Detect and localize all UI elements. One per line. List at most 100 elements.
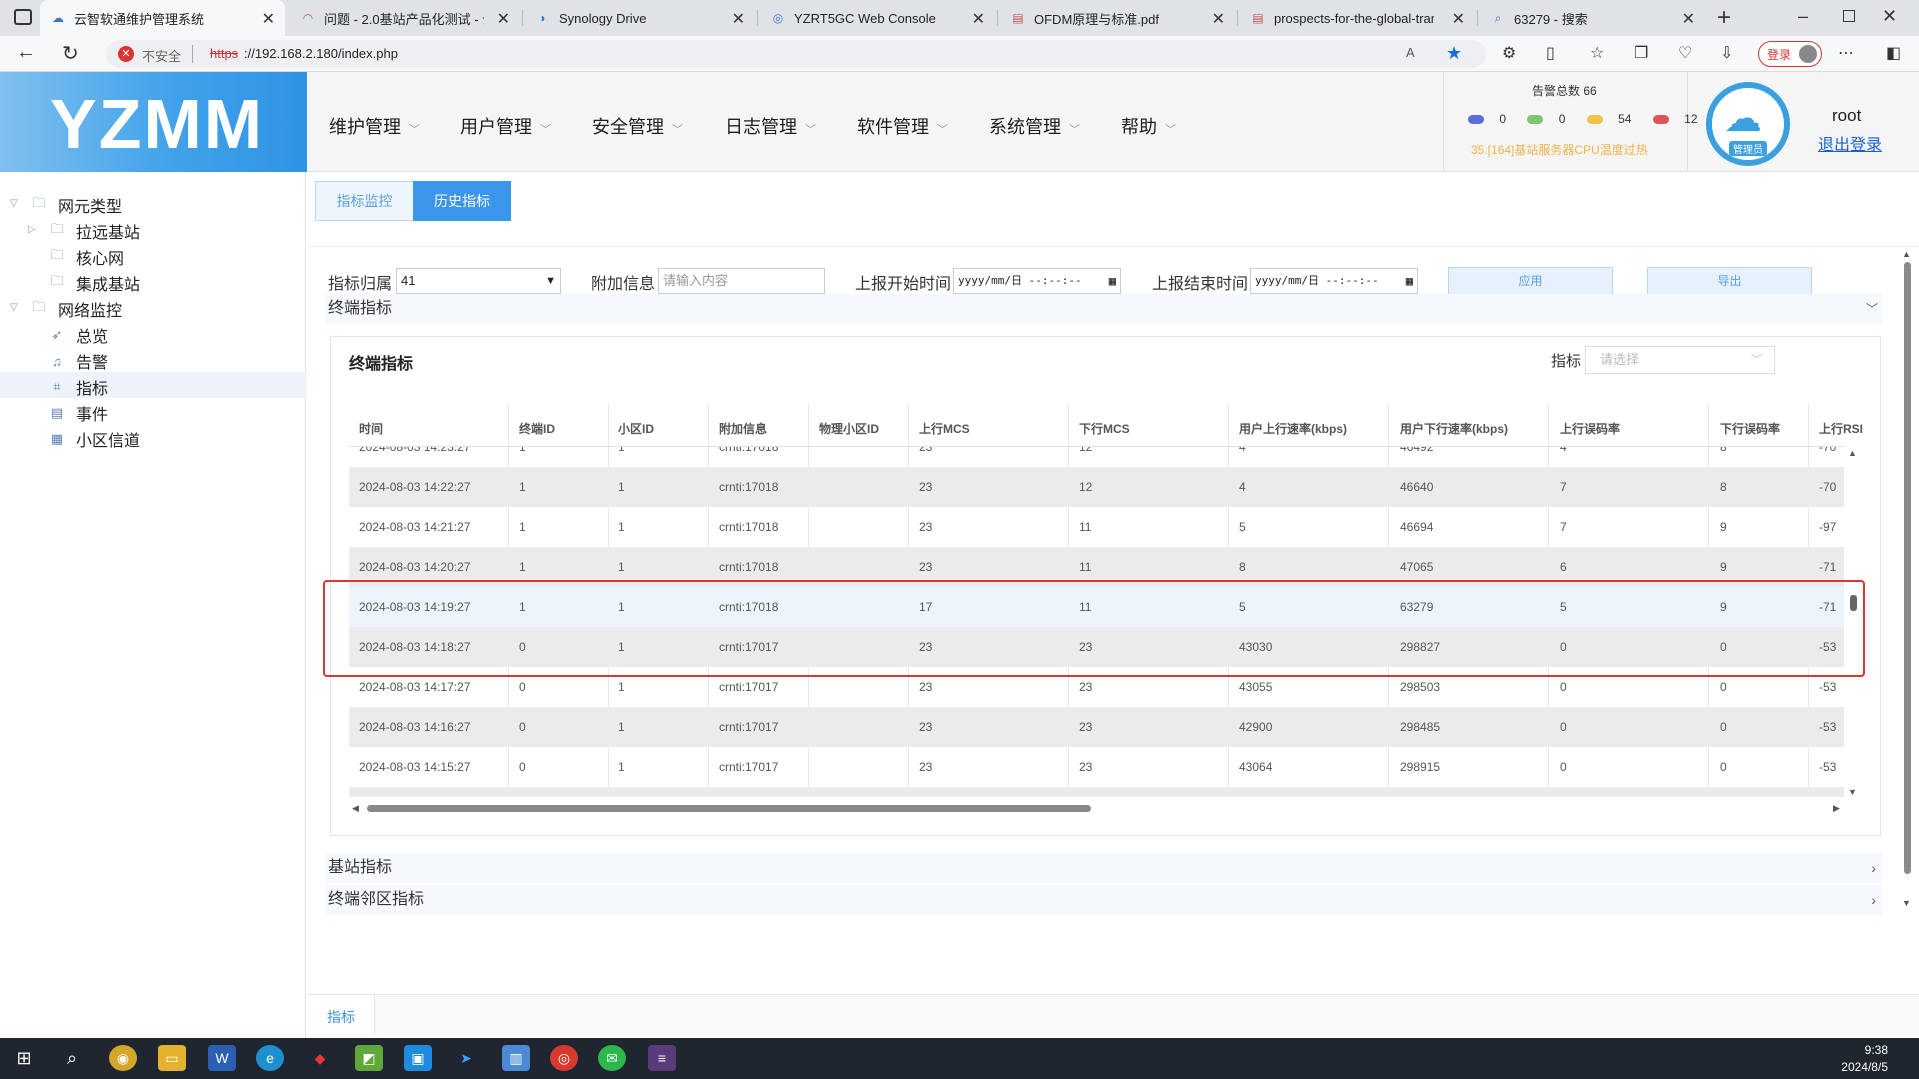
word-icon[interactable]: W — [208, 1045, 236, 1071]
th-col-time[interactable]: 时间 — [359, 420, 383, 437]
terminal-metrics-header[interactable]: 终端指标 ﹀ — [325, 294, 1882, 324]
downloads-icon[interactable]: ⇩ — [1720, 43, 1733, 63]
app-icon-green[interactable]: ◩ — [355, 1045, 383, 1071]
close-icon[interactable]: ✕ — [1682, 9, 1695, 29]
browser-tab-5[interactable]: ▤ OFDM原理与标准.pdf ✕ — [1000, 0, 1235, 36]
table-vscroll-down-icon[interactable]: ▼ — [1848, 787, 1857, 797]
refresh-icon[interactable]: ↻ — [62, 41, 79, 66]
app-icon-bird[interactable]: ➤ — [452, 1045, 480, 1071]
menu-system[interactable]: 系统管理 ﹀ — [989, 113, 1080, 139]
table-row[interactable]: 2024-08-03 14:15:27 0 1 crnti:17017 23 23 4306… — [349, 747, 1844, 787]
wechat-icon[interactable]: ✉ — [598, 1045, 626, 1071]
browser-tab-4[interactable]: ◎ YZRT5GC Web Console ✕ — [760, 0, 995, 36]
browser-tab-6[interactable]: ▤ prospects-for-the-global-transfo ✕ — [1240, 0, 1475, 36]
star-icon[interactable]: ★ — [1446, 43, 1462, 64]
th-col-ul-rsi[interactable]: 上行RSI — [1819, 420, 1863, 437]
th-col-extra[interactable]: 附加信息 — [719, 420, 767, 437]
menu-help[interactable]: 帮助 ﹀ — [1121, 113, 1176, 139]
edge-icon[interactable]: e — [256, 1045, 284, 1071]
close-icon[interactable]: ✕ — [262, 9, 275, 29]
login-button[interactable]: 登录 — [1758, 41, 1822, 67]
app-icon-yellow[interactable]: ◉ — [109, 1045, 137, 1071]
close-icon[interactable]: ✕ — [497, 9, 510, 29]
page-scroll-thumb[interactable] — [1904, 262, 1911, 874]
browser-tab-3[interactable]: ◗ Synology Drive ✕ — [525, 0, 755, 36]
table-row[interactable]: 2024-08-03 14:22:27 1 1 crnti:17018 23 12 4 466… — [349, 467, 1844, 507]
th-col-dl-mcs[interactable]: 下行MCS — [1079, 420, 1130, 437]
menu-maintenance[interactable]: 维护管理 ﹀ — [329, 113, 420, 139]
tree-item-core[interactable]: 🗀 核心网 — [48, 245, 124, 269]
tree-item-alarm[interactable]: ♫ 告警 — [48, 349, 108, 373]
belong-select[interactable]: 41 ▼ — [396, 268, 561, 294]
th-col-ul-mcs[interactable]: 上行MCS — [919, 420, 970, 437]
close-icon[interactable]: ✕ — [732, 9, 745, 29]
table-hscroll-right-icon[interactable]: ▶ — [1833, 803, 1840, 814]
favorites-icon[interactable]: ☆ — [1590, 43, 1604, 63]
end-time-input[interactable]: yyyy/mm/日 --:--:-- ▦ — [1250, 268, 1418, 294]
tree-item-overview[interactable]: ➶ 总览 — [48, 323, 108, 347]
table-hscroll-thumb[interactable] — [367, 805, 1091, 812]
alarm-summary[interactable]: 告警总数 66 0 0 54 12 35.[164]基站服务器CPU温度过热 — [1443, 72, 1698, 172]
start-time-input[interactable]: yyyy/mm/日 --:--:-- ▦ — [953, 268, 1121, 294]
file-explorer-icon[interactable]: ▭ — [158, 1045, 186, 1071]
browser-tab-7[interactable]: ⌕ 63279 - 搜索 ✕ — [1480, 0, 1705, 36]
extensions-icon[interactable]: ⚙ — [1502, 43, 1516, 63]
close-icon[interactable]: ✕ — [1212, 9, 1225, 29]
table-row[interactable]: 2024-08-03 14:23:27 1 1 crnti:17018 23 12 4 464… — [349, 447, 1844, 467]
neighbor-metrics-header[interactable]: 终端邻区指标 › — [325, 885, 1882, 915]
alarm-message[interactable]: 35.[164]基站服务器CPU温度过热 — [1471, 141, 1648, 158]
close-window-icon[interactable]: ✕ — [1882, 6, 1897, 27]
page-scroll-up-icon[interactable]: ▲ — [1902, 249, 1911, 259]
app-icon-blue[interactable]: ▣ — [404, 1045, 432, 1071]
collections-icon[interactable]: ❐ — [1634, 43, 1648, 63]
apply-button[interactable]: 应用 — [1448, 267, 1613, 295]
restore-icon[interactable] — [1843, 10, 1855, 22]
export-button[interactable]: 导出 — [1647, 267, 1812, 295]
metric-filter-select[interactable]: 请选择 ﹀ — [1585, 346, 1775, 374]
close-icon[interactable]: ✕ — [1452, 9, 1465, 29]
close-icon[interactable]: ✕ — [972, 9, 985, 29]
avatar[interactable]: ☁ 管理员 — [1706, 82, 1790, 166]
th-col-terminal-id[interactable]: 终端ID — [519, 420, 555, 437]
th-col-cell-id[interactable]: 小区ID — [618, 420, 654, 437]
back-icon[interactable]: ← — [16, 41, 36, 64]
extra-info-input[interactable]: 请输入内容 — [658, 268, 825, 294]
menu-logs[interactable]: 日志管理 ﹀ — [725, 113, 816, 139]
read-aloud-icon[interactable]: A — [1406, 45, 1415, 60]
tree-group-ne-types[interactable]: ▽ 🗀 网元类型 — [10, 193, 122, 217]
tab-actions-icon[interactable] — [14, 9, 32, 25]
tree-item-remote-bs[interactable]: ▷ 🗀 拉远基站 — [28, 219, 140, 243]
th-col-dl-rate[interactable]: 用户下行速率(kbps) — [1400, 420, 1508, 437]
start-icon[interactable]: ⊞ — [10, 1045, 38, 1071]
th-col-dl-ber[interactable]: 下行误码率 — [1720, 420, 1780, 437]
tab-metric-monitor[interactable]: 指标监控 — [315, 181, 414, 221]
browser-tab-1[interactable]: ☁ 云智软通维护管理系统 ✕ — [40, 0, 285, 36]
tree-group-network-monitor[interactable]: ▽ 🗀 网络监控 — [10, 297, 122, 321]
page-scroll-down-icon[interactable]: ▼ — [1902, 898, 1911, 908]
minimize-icon[interactable]: – — [1798, 6, 1808, 27]
app-icon-bars[interactable]: ≡ — [648, 1045, 676, 1071]
table-row[interactable]: 2024-08-03 14:21:27 1 1 crnti:17018 23 11 5 466… — [349, 507, 1844, 547]
tree-item-events[interactable]: ▤ 事件 — [48, 401, 108, 425]
table-row[interactable]: 2024-08-03 14:16:27 0 1 crnti:17017 23 23 4290… — [349, 707, 1844, 747]
table-hscroll-left-icon[interactable]: ◀ — [352, 803, 359, 814]
tree-item-metrics[interactable]: ⌗ 指标 — [48, 375, 108, 399]
search-icon[interactable]: ⌕ — [58, 1045, 86, 1071]
menu-security[interactable]: 安全管理 ﹀ — [592, 113, 683, 139]
split-screen-icon[interactable]: ▯ — [1546, 43, 1555, 63]
performance-icon[interactable]: ♡ — [1678, 43, 1692, 63]
bottom-tab-metrics[interactable]: 指标 — [307, 995, 375, 1035]
app-icon-chrome[interactable]: ◎ — [550, 1045, 578, 1071]
tree-item-cell-channel[interactable]: ▦ 小区信道 — [48, 427, 140, 451]
browser-tab-2[interactable]: ◠ 问题 - 2.0基站产品化测试 - 云智 ✕ — [290, 0, 520, 36]
th-col-ul-ber[interactable]: 上行误码率 — [1560, 420, 1620, 437]
th-col-ul-rate[interactable]: 用户上行速率(kbps) — [1239, 420, 1347, 437]
sidebar-toggle-icon[interactable]: ◧ — [1886, 43, 1901, 63]
logout-link[interactable]: 退出登录 — [1818, 131, 1882, 155]
more-icon[interactable]: ⋯ — [1838, 43, 1854, 63]
app-icon-monitor[interactable]: ▥ — [502, 1045, 530, 1071]
app-icon-red[interactable]: ◆ — [306, 1045, 334, 1071]
th-col-pci[interactable]: 物理小区ID — [819, 420, 879, 437]
tab-history-metrics[interactable]: 历史指标 — [413, 181, 511, 221]
table-vscroll-up-icon[interactable]: ▲ — [1848, 448, 1857, 458]
